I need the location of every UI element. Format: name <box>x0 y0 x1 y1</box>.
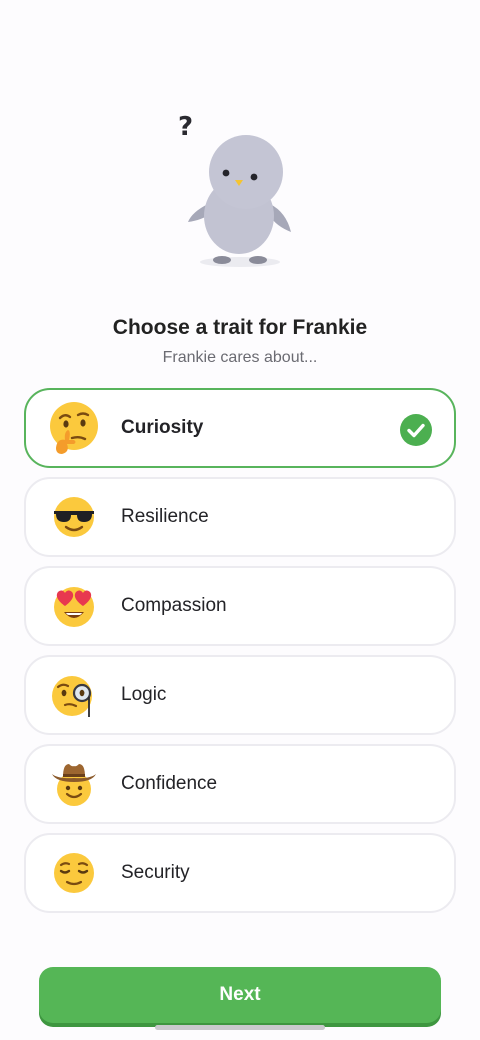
trait-label: Logic <box>121 684 167 705</box>
home-indicator <box>155 1025 325 1030</box>
sunglasses-face-icon <box>48 491 100 543</box>
monocle-face-icon <box>48 669 100 721</box>
trait-label: Resilience <box>121 506 209 527</box>
trait-option-resilience[interactable]: Resilience <box>24 477 456 557</box>
thinking-face-icon <box>48 402 100 454</box>
trait-option-confidence[interactable]: Confidence <box>24 744 456 824</box>
trait-label: Curiosity <box>121 417 204 438</box>
penguin-mascot-icon <box>188 135 291 267</box>
trait-option-list: Curiosity Resilience Compassion Logic Co… <box>24 388 456 922</box>
trait-option-compassion[interactable]: Compassion <box>24 566 456 646</box>
mascot-illustration: ? <box>170 112 300 272</box>
relieved-face-icon <box>48 847 100 899</box>
cowboy-face-icon <box>48 758 100 810</box>
page-subtitle: Frankie cares about... <box>162 349 318 366</box>
trait-label: Confidence <box>121 773 218 794</box>
page-title: Choose a trait for Frankie <box>112 316 368 339</box>
trait-option-logic[interactable]: Logic <box>24 655 456 735</box>
trait-option-curiosity[interactable]: Curiosity <box>24 388 456 468</box>
trait-label: Compassion <box>121 595 227 616</box>
trait-option-security[interactable]: Security <box>24 833 456 913</box>
trait-label: Security <box>121 862 190 883</box>
next-button[interactable]: Next <box>39 967 441 1023</box>
heart-eyes-face-icon <box>48 580 100 632</box>
checkmark-icon <box>400 414 432 446</box>
